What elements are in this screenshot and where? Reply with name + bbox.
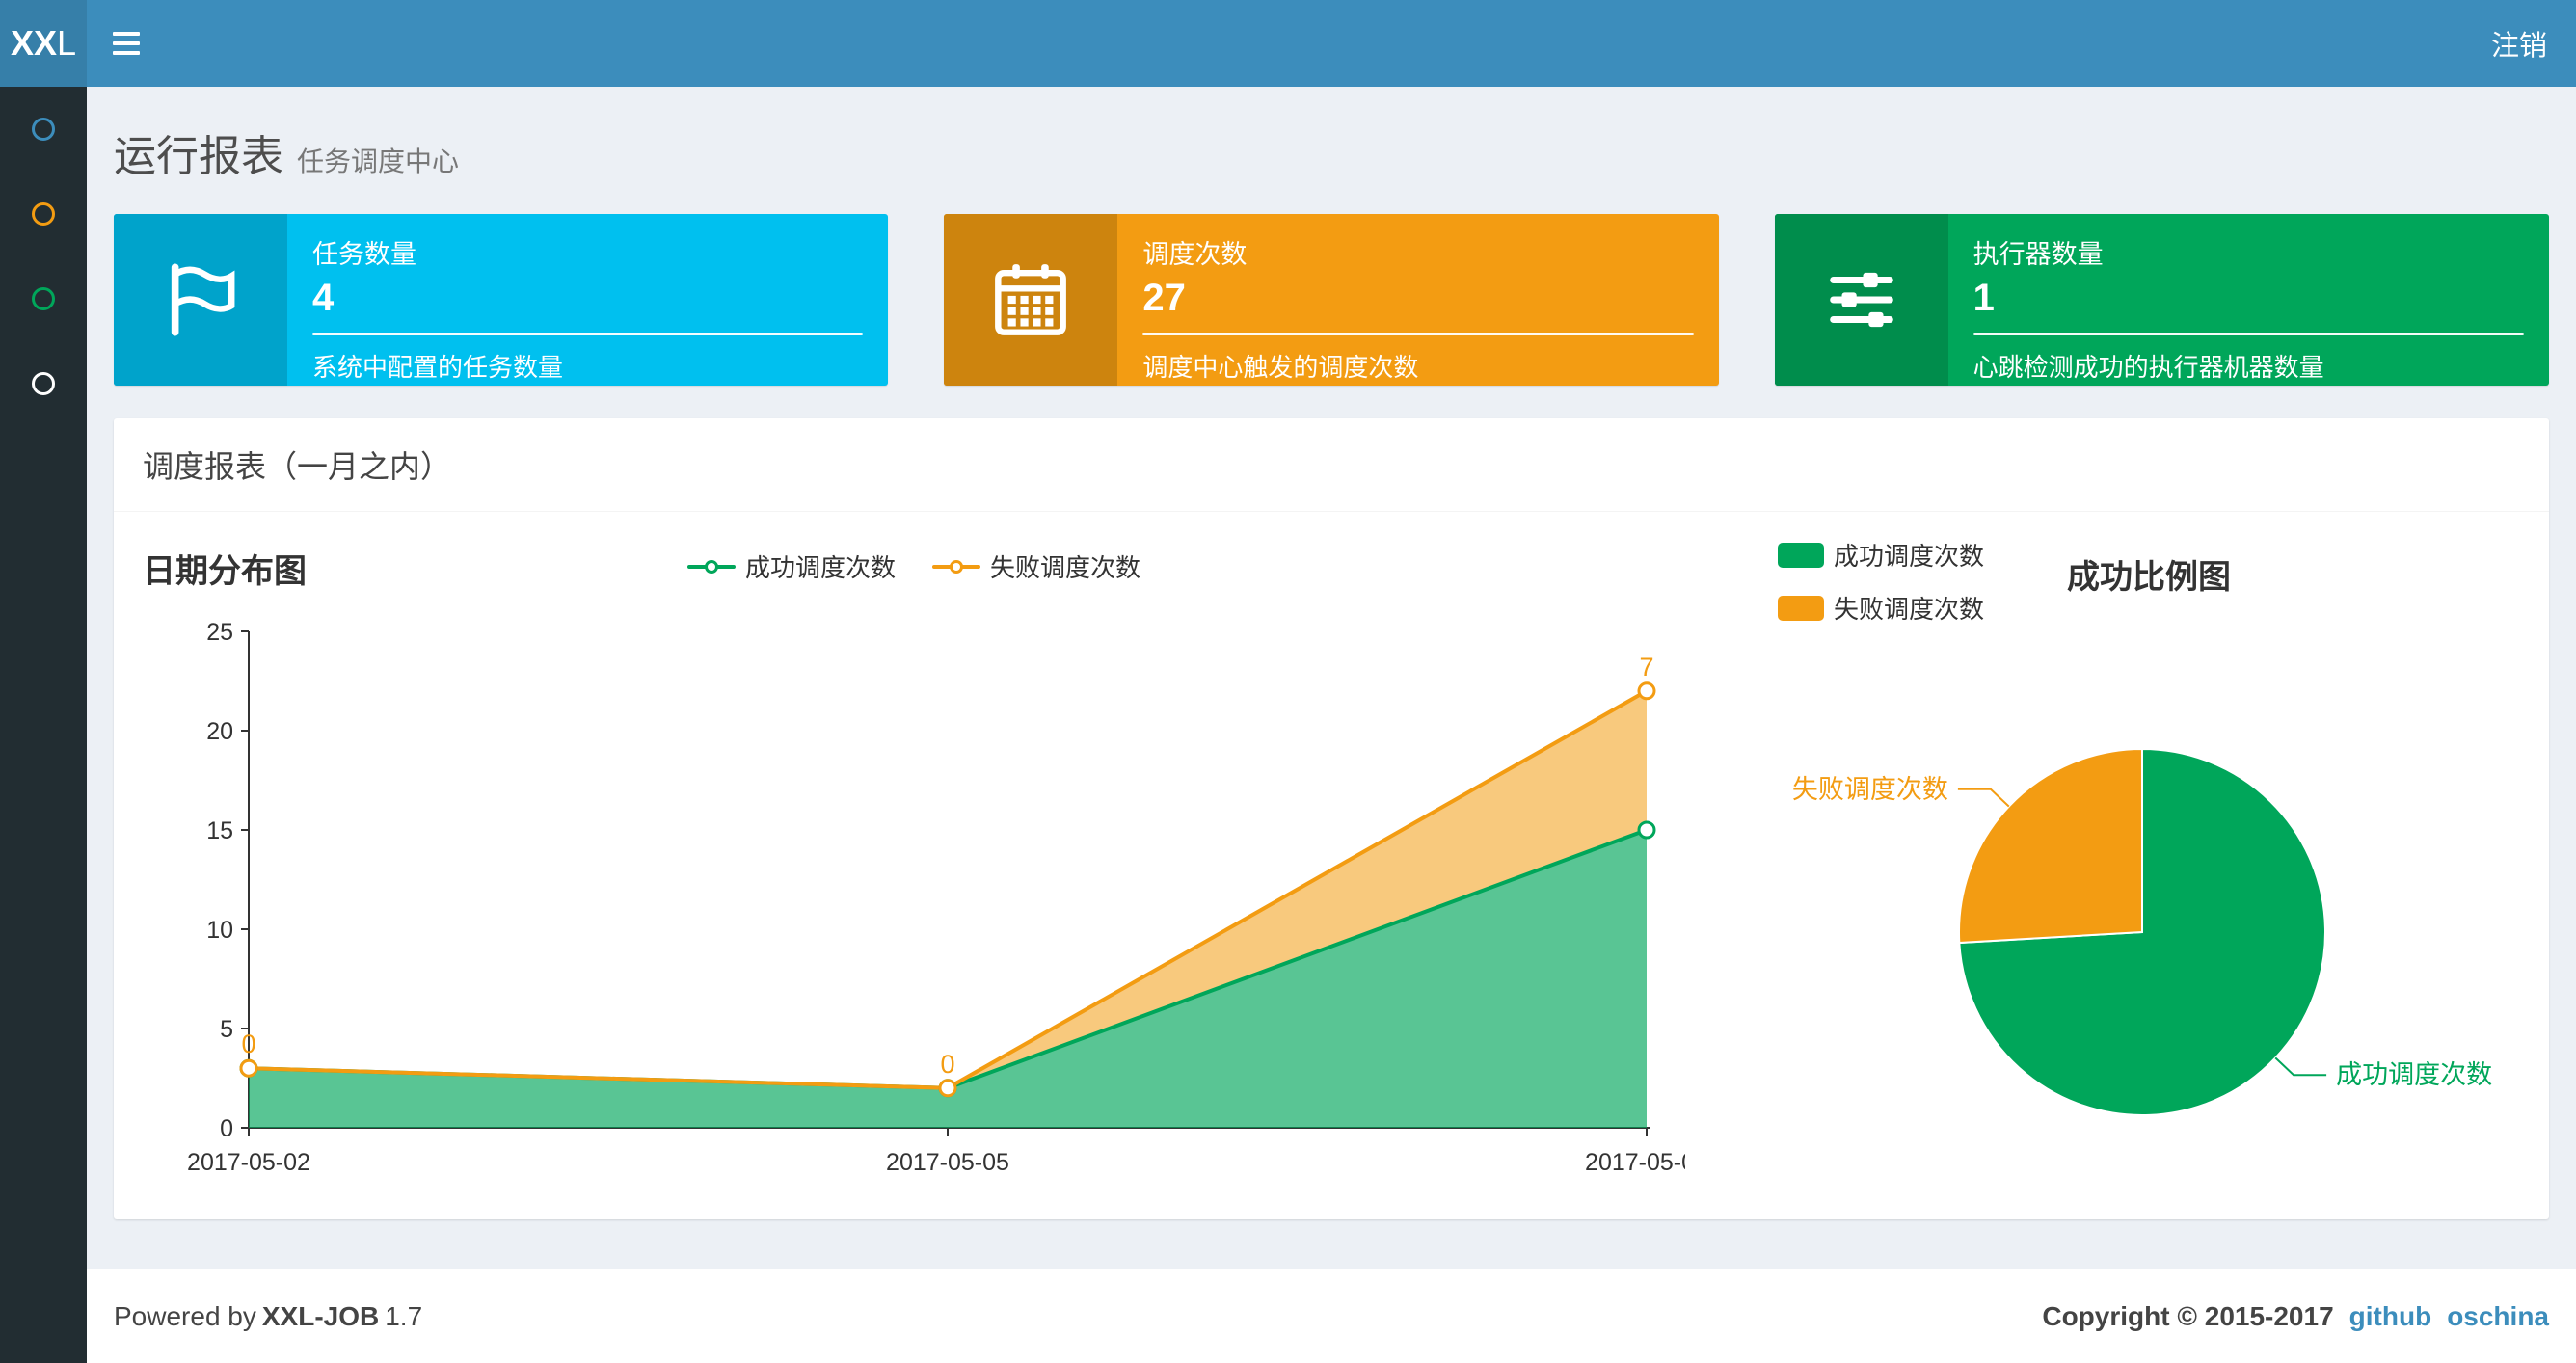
legend-label: 成功调度次数 [1834, 542, 1985, 571]
powered-by: Powered by XXL-JOB 1.7 [114, 1301, 422, 1332]
svg-text:15: 15 [206, 817, 233, 844]
info-box-executor-count: 执行器数量 1 心跳检测成功的执行器机器数量 [1774, 214, 2549, 386]
svg-text:5: 5 [220, 1016, 233, 1043]
info-box-number: 1 [1972, 277, 1995, 319]
charts-row: 日期分布图 成功调度次数 失败调度次数 0 5 10 15 20 25 2017-05-02… [143, 535, 2520, 1210]
info-box-description: 调度中心触发的调度次数 [1142, 353, 1419, 382]
info-box-description: 系统中配置的任务数量 [312, 353, 564, 382]
sidebar-item-logs[interactable] [0, 256, 87, 341]
info-box-divider [312, 333, 864, 335]
svg-text:7: 7 [1639, 653, 1653, 682]
success-ratio-chart: 成功调度次数 失败调度次数 成功比例图 成功调度次数 失败调度次数 [1710, 535, 2520, 1210]
svg-text:2017-05-05: 2017-05-05 [886, 1149, 1009, 1176]
info-box-title: 任务数量 [312, 240, 416, 269]
page-subtitle: 任务调度中心 [297, 147, 460, 176]
info-box-content: 调度次数 27 调度中心触发的调度次数 [1117, 214, 1718, 386]
date-distribution-chart: 日期分布图 成功调度次数 失败调度次数 0 5 10 15 20 25 2017-05-02… [143, 535, 1685, 1210]
legend-item-success[interactable]: 成功调度次数 [686, 548, 896, 584]
svg-text:成功调度次数: 成功调度次数 [2336, 1060, 2492, 1089]
hamburger-icon [113, 32, 140, 36]
main-footer: Powered by XXL-JOB 1.7 Copyright © 2015-20… [87, 1269, 2576, 1363]
version: 1.7 [385, 1300, 423, 1331]
sidebar-item-report[interactable] [0, 87, 87, 172]
circle-o-icon [32, 372, 55, 395]
svg-text:2017-05-08: 2017-05-08 [1585, 1149, 1685, 1176]
page-title: 运行报表 任务调度中心 [114, 121, 2549, 183]
powered-prefix: Powered by [114, 1300, 256, 1331]
circle-o-icon [32, 202, 55, 226]
legend-line-marker [686, 559, 736, 574]
svg-text:0: 0 [220, 1115, 233, 1142]
info-box-content: 任务数量 4 系统中配置的任务数量 [287, 214, 888, 386]
info-box-trigger-count: 调度次数 27 调度中心触发的调度次数 [944, 214, 1719, 386]
content-header: 运行报表 任务调度中心 [87, 87, 2576, 183]
schedule-report-panel: 调度报表（一月之内） 日期分布图 成功调度次数 失败调度次数 0 5 10 15… [114, 418, 2549, 1219]
legend-label: 失败调度次数 [990, 553, 1141, 582]
navbar-right: 注销 [2462, 0, 2576, 87]
brand-name: XXL-JOB [261, 1300, 380, 1331]
info-box-row: 任务数量 4 系统中配置的任务数量 调度次数 27 调度中心触发的调度次数 执行… [114, 214, 2549, 386]
content-wrapper: 运行报表 任务调度中心 任务数量 4 系统中配置的任务数量 调度次数 27 调度… [87, 87, 2576, 1269]
legend-line-marker [932, 559, 980, 574]
flag-icon [114, 214, 287, 386]
info-box-description: 心跳检测成功的执行器机器数量 [1972, 353, 2324, 382]
info-box-title: 执行器数量 [1972, 240, 2104, 269]
line-chart-canvas: 05101520252017-05-022017-05-052017-05-08… [187, 619, 1685, 1176]
copyright-text: Copyright © 2015-2017 [2042, 1300, 2334, 1331]
app-logo[interactable]: XX L [0, 0, 87, 87]
legend-item-success[interactable]: 成功调度次数 [1778, 537, 1984, 573]
svg-text:2017-05-02: 2017-05-02 [187, 1149, 310, 1176]
app-logo-text-bold: XX [10, 23, 57, 63]
legend-label: 成功调度次数 [744, 553, 896, 582]
calendar-icon [944, 214, 1118, 386]
circle-o-icon [32, 118, 55, 141]
svg-text:25: 25 [206, 619, 233, 646]
sidebar-toggle-button[interactable] [87, 0, 166, 87]
pie-chart-title: 成功比例图 [2067, 559, 2231, 596]
svg-text:20: 20 [206, 718, 233, 745]
info-box-divider [1972, 333, 2524, 335]
info-box-title: 调度次数 [1142, 240, 1248, 269]
info-box-content: 执行器数量 1 心跳检测成功的执行器机器数量 [1948, 214, 2549, 386]
app-logo-text-light: L [57, 23, 77, 63]
circle-o-icon [32, 287, 55, 310]
info-box-job-count: 任务数量 4 系统中配置的任务数量 [114, 214, 889, 386]
sidebar [0, 87, 87, 1363]
hamburger-icon [113, 41, 140, 45]
svg-text:0: 0 [940, 1050, 954, 1079]
svg-text:10: 10 [206, 917, 233, 944]
oschina-link[interactable]: oschina [2447, 1301, 2549, 1332]
svg-text:0: 0 [241, 1029, 255, 1058]
logout-link[interactable]: 注销 [2462, 0, 2576, 87]
page-title-text: 运行报表 [114, 133, 283, 180]
legend-item-fail[interactable]: 失败调度次数 [932, 548, 1140, 584]
pie-chart-canvas: 成功调度次数 失败调度次数 [1792, 747, 2492, 1116]
info-box-number: 27 [1142, 277, 1186, 319]
hamburger-icon [113, 51, 140, 55]
top-navbar: XX L 注销 [0, 0, 2576, 87]
github-link[interactable]: github [2349, 1301, 2432, 1332]
panel-body: 日期分布图 成功调度次数 失败调度次数 0 5 10 15 20 25 2017-05-02… [114, 512, 2549, 1219]
sidebar-item-jobs[interactable] [0, 172, 87, 256]
panel-title: 调度报表（一月之内） [114, 418, 2549, 512]
info-box-number: 4 [312, 277, 335, 319]
svg-text:失败调度次数: 失败调度次数 [1792, 775, 1948, 804]
line-chart-legend: 成功调度次数 失败调度次数 [143, 548, 1685, 584]
info-box-divider [1142, 333, 1694, 335]
footer-right: Copyright © 2015-2017 github oschina [2042, 1301, 2549, 1332]
sidebar-item-executors[interactable] [0, 341, 87, 426]
legend-square-marker [1778, 542, 1824, 568]
sliders-icon [1774, 214, 1948, 386]
